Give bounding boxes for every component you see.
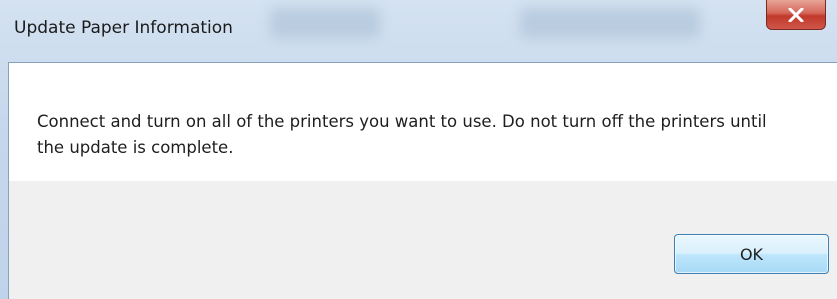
- title-bar[interactable]: Update Paper Information: [0, 0, 837, 62]
- close-button[interactable]: [766, 0, 826, 30]
- dialog-window: Update Paper Information Connect and tur…: [0, 0, 837, 299]
- message-panel: Connect and turn on all of the printers …: [9, 63, 837, 181]
- window-title: Update Paper Information: [14, 18, 233, 38]
- dialog-message: Connect and turn on all of the printers …: [37, 112, 767, 157]
- ok-button[interactable]: OK: [674, 234, 829, 274]
- dialog-client-area: Connect and turn on all of the printers …: [8, 62, 837, 299]
- close-icon: [788, 7, 804, 22]
